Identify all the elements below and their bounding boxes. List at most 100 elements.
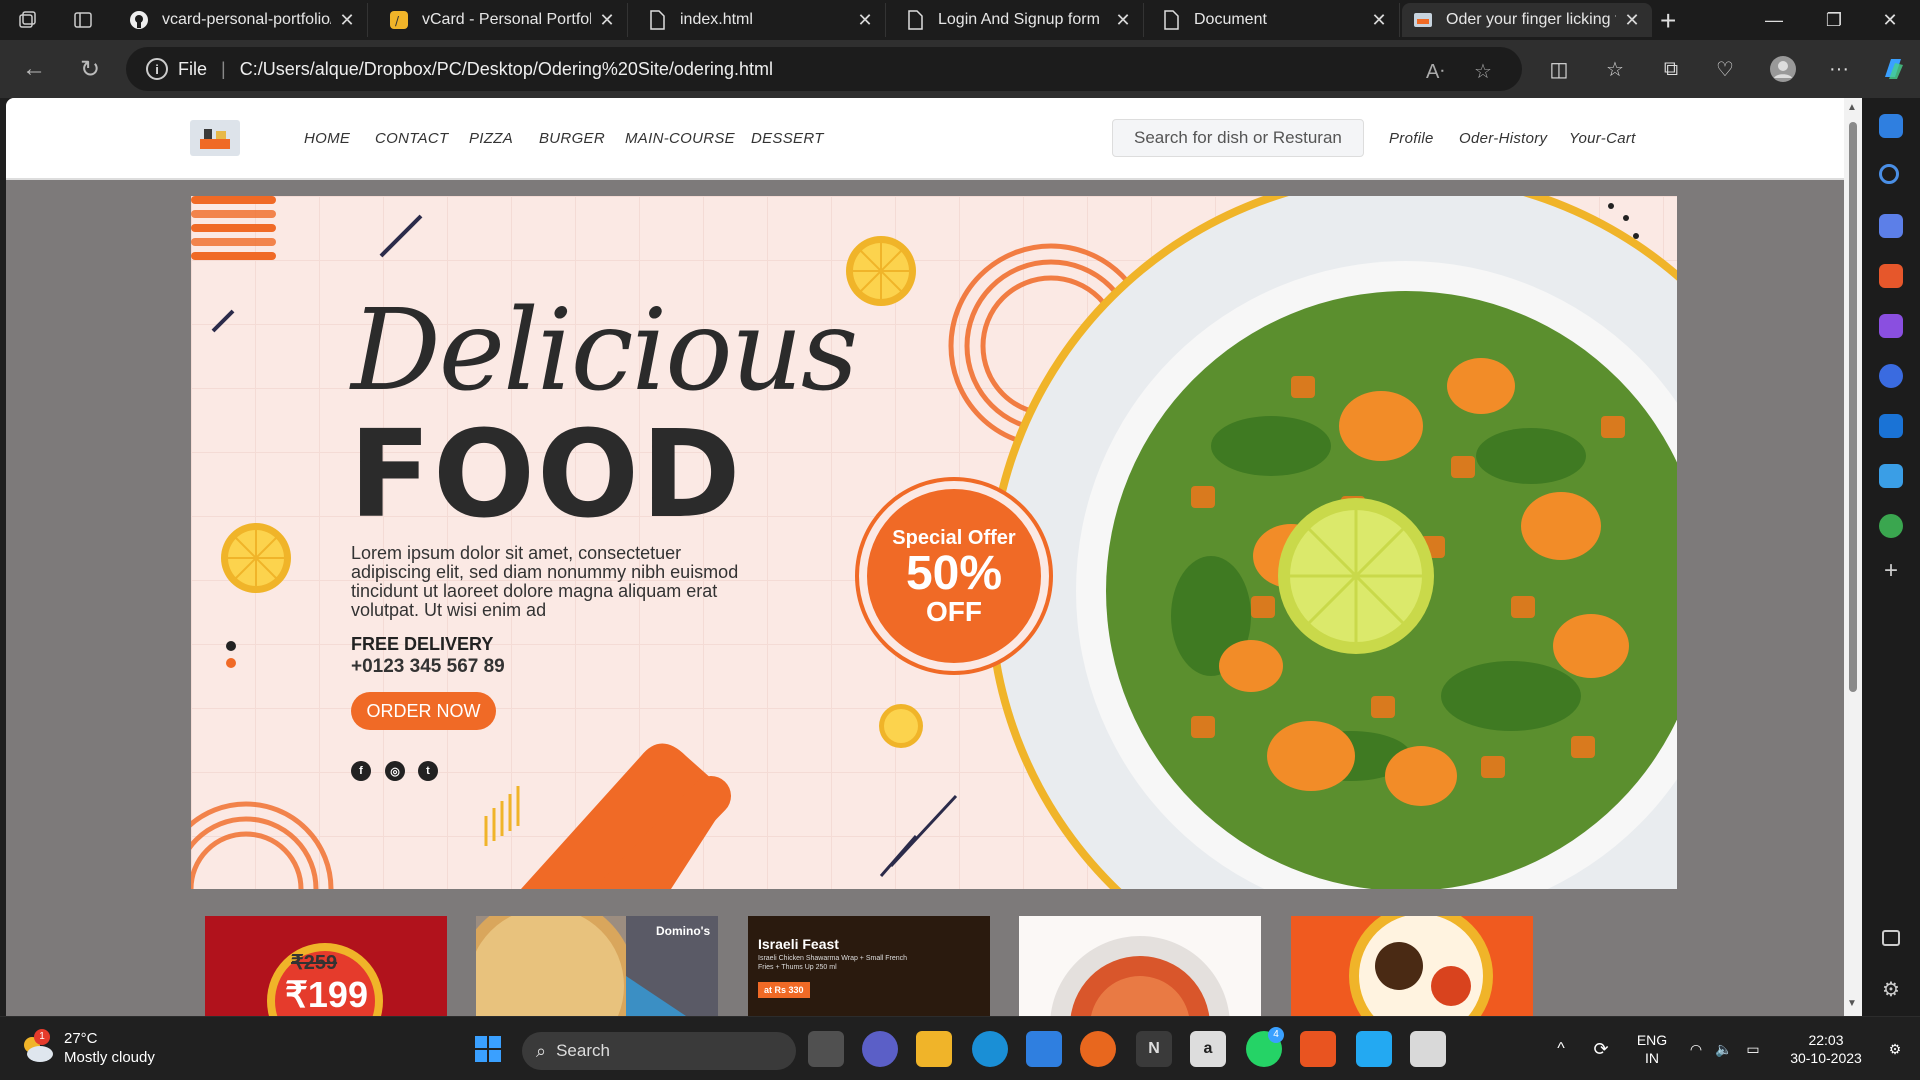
refresh-icon[interactable]: ↻	[72, 52, 108, 86]
nav-your-cart[interactable]: Your-Cart	[1569, 130, 1636, 147]
new-tab-icon[interactable]: +	[1660, 5, 1676, 37]
region-code: IN	[1645, 1050, 1659, 1066]
file-explorer-icon[interactable]	[916, 1031, 952, 1067]
pasta-card[interactable]	[1019, 916, 1261, 1016]
pizza-card[interactable]: Domino's	[476, 916, 718, 1016]
chevron-up-icon[interactable]: ^	[1548, 1017, 1574, 1080]
instagram-icon[interactable]: ◎	[385, 761, 405, 781]
telegram-icon[interactable]	[1879, 464, 1903, 488]
tab-ordering-site[interactable]: Oder your finger licking fo ✕	[1402, 3, 1652, 37]
language-indicator[interactable]: ENG IN	[1632, 1017, 1672, 1080]
nav-contact[interactable]: CONTACT	[375, 130, 448, 147]
restore-icon[interactable]: ❐	[1806, 0, 1862, 40]
sync-icon[interactable]: ⟳	[1586, 1017, 1616, 1080]
tab-index[interactable]: index.html ✕	[636, 3, 886, 37]
info-icon[interactable]: i	[146, 58, 168, 80]
split-screen-icon[interactable]: ◫	[1544, 54, 1574, 84]
close-icon[interactable]: ✕	[1113, 10, 1133, 31]
edge-icon[interactable]	[972, 1031, 1008, 1067]
microsoft-store-icon[interactable]	[1026, 1031, 1062, 1067]
minimize-icon[interactable]: —	[1746, 0, 1802, 40]
tools-icon[interactable]	[1879, 264, 1903, 288]
settings-icon[interactable]: ⚙	[1879, 978, 1903, 1002]
notification-center-icon[interactable]: ⚙	[1880, 1017, 1910, 1080]
more-icon[interactable]: ···	[1824, 54, 1854, 84]
collections-icon[interactable]: ⧉	[1656, 54, 1686, 84]
window-close-icon[interactable]: ✕	[1862, 0, 1918, 40]
edge-sidebar: + ⚙	[1862, 98, 1920, 1016]
teams-chat-icon[interactable]	[862, 1031, 898, 1067]
nav-order-history[interactable]: Oder-History	[1459, 130, 1547, 147]
ubuntu-icon[interactable]	[1300, 1031, 1336, 1067]
profile-avatar-icon[interactable]	[1768, 54, 1798, 84]
weather-condition: Mostly cloudy	[64, 1049, 155, 1066]
microsoft-365-icon[interactable]	[1879, 364, 1903, 388]
wifi-icon[interactable]: ◠	[1684, 1017, 1708, 1080]
tab-vcard[interactable]: / vCard - Personal Portfolio ✕	[378, 3, 628, 37]
twitter-icon[interactable]: t	[418, 761, 438, 781]
facebook-icon[interactable]: f	[351, 761, 371, 781]
outlook-icon[interactable]	[1879, 414, 1903, 438]
add-icon[interactable]: +	[1879, 559, 1903, 584]
cloudy-icon: 1	[20, 1029, 54, 1063]
firefox-icon[interactable]	[1080, 1031, 1116, 1067]
nav-dessert[interactable]: DESSERT	[751, 130, 824, 147]
taskbar-search[interactable]: ⌕ Search	[522, 1032, 796, 1070]
nav-burger[interactable]: BURGER	[539, 130, 605, 147]
whatsapp-icon[interactable]: 4	[1246, 1027, 1284, 1067]
shopping-icon[interactable]	[1879, 214, 1903, 238]
close-icon[interactable]: ✕	[855, 10, 875, 31]
tab-document[interactable]: Document ✕	[1150, 3, 1400, 37]
tab-actions-icon[interactable]	[68, 6, 98, 34]
old-price: ₹259	[291, 952, 338, 974]
notion-icon[interactable]: N	[1136, 1031, 1172, 1067]
close-icon[interactable]: ✕	[337, 10, 357, 31]
read-aloud-icon[interactable]: Aᐧ	[1426, 59, 1444, 84]
scroll-down-icon[interactable]: ▼	[1847, 998, 1857, 1009]
browser-toolbar: ← ↻ i File | C:/Users/alque/Dropbox/PC/D…	[0, 40, 1920, 98]
battery-icon[interactable]: ▭	[1740, 1017, 1766, 1080]
dish-search-input[interactable]: Search for dish or Resturan	[1112, 119, 1364, 157]
workspaces-icon[interactable]	[12, 6, 42, 34]
nav-pizza[interactable]: PIZZA	[469, 130, 513, 147]
close-icon[interactable]: ✕	[1622, 10, 1642, 31]
tab-title: vCard - Personal Portfolio	[422, 11, 591, 28]
copilot-icon[interactable]	[1878, 54, 1908, 84]
weather-widget[interactable]: 1 27°C Mostly cloudy	[20, 1029, 155, 1067]
nav-main-course[interactable]: MAIN-COURSE	[625, 130, 735, 147]
israeli-feast-card[interactable]: Israeli Feast Israeli Chicken Shawarma W…	[748, 916, 990, 1016]
price-card[interactable]: ₹259 ₹199	[205, 916, 447, 1016]
pasta-art	[1050, 936, 1230, 1016]
volume-icon[interactable]: 🔈	[1712, 1017, 1736, 1080]
vscode-icon[interactable]	[1356, 1031, 1392, 1067]
performance-icon[interactable]: ♡	[1710, 54, 1740, 84]
favorite-star-icon[interactable]: ☆	[1474, 59, 1492, 84]
soup-card[interactable]	[1291, 916, 1533, 1016]
snipping-tool-icon[interactable]	[1410, 1031, 1446, 1067]
clock[interactable]: 22:03 30-10-2023	[1776, 1017, 1876, 1080]
site-logo[interactable]	[190, 120, 240, 156]
nav-home[interactable]: HOME	[304, 130, 350, 147]
nav-profile[interactable]: Profile	[1389, 130, 1434, 147]
games-icon[interactable]	[1879, 314, 1903, 338]
back-icon[interactable]: ←	[16, 52, 52, 86]
notifications-icon[interactable]	[1879, 114, 1903, 138]
tab-github[interactable]: vcard-personal-portfolio/in ✕	[118, 3, 368, 37]
start-icon[interactable]	[470, 1031, 506, 1067]
amazon-icon[interactable]: a	[1190, 1031, 1226, 1067]
favorites-icon[interactable]: ☆	[1600, 54, 1630, 84]
address-bar[interactable]: i File | C:/Users/alque/Dropbox/PC/Deskt…	[126, 47, 1522, 91]
page-scrollbar[interactable]: ▲ ▼	[1844, 98, 1862, 1016]
page-viewport: HOME CONTACT PIZZA BURGER MAIN-COURSE DE…	[6, 98, 1844, 1016]
search-icon[interactable]	[1879, 164, 1899, 184]
scroll-up-icon[interactable]: ▲	[1847, 102, 1857, 113]
drop-icon[interactable]	[1879, 514, 1903, 538]
order-now-button[interactable]: ORDER NOW	[351, 692, 496, 730]
tab-title: Document	[1194, 11, 1267, 28]
task-view-icon[interactable]	[808, 1031, 844, 1067]
close-icon[interactable]: ✕	[597, 10, 617, 31]
scrollbar-thumb[interactable]	[1849, 122, 1857, 692]
tab-login[interactable]: Login And Signup form ✕	[894, 3, 1144, 37]
close-icon[interactable]: ✕	[1369, 10, 1389, 31]
sidebar-toggle-icon[interactable]	[1882, 930, 1900, 946]
